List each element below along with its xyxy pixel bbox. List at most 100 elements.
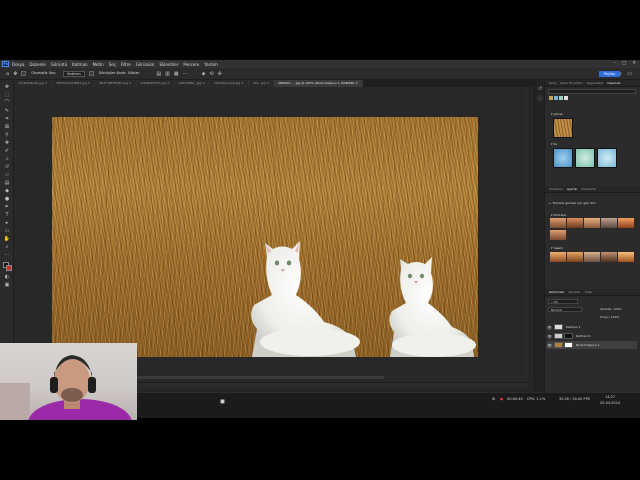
menu-filter[interactable]: Filtre bbox=[121, 62, 131, 67]
menu-edit[interactable]: Düzenle bbox=[29, 62, 45, 67]
preset-thumb[interactable] bbox=[601, 252, 617, 262]
pattern-thumb-water-1[interactable] bbox=[553, 148, 573, 168]
tab-layers[interactable]: Katmanlar bbox=[549, 290, 565, 294]
type-icon[interactable]: T bbox=[3, 212, 11, 218]
auto-select-checkbox[interactable] bbox=[21, 71, 27, 76]
document-tab[interactable]: 4EF0C01A53B8A.jpg ✕ bbox=[52, 80, 96, 87]
gradient-icon[interactable]: ▤ bbox=[3, 180, 11, 186]
hand-icon[interactable]: ✋ bbox=[3, 236, 11, 242]
minimize-icon[interactable]: – bbox=[614, 61, 616, 66]
preset-thumb[interactable] bbox=[567, 252, 583, 262]
menu-select[interactable]: Seç bbox=[109, 62, 116, 67]
crop-icon[interactable]: ⌗ bbox=[3, 116, 11, 122]
brush-icon[interactable]: ✐ bbox=[3, 148, 11, 154]
marquee-icon[interactable]: ⬚ bbox=[3, 92, 11, 98]
photoshop-logo-icon[interactable]: Ps bbox=[2, 61, 9, 67]
image-canvas[interactable] bbox=[52, 117, 478, 357]
tab-libraries[interactable]: Kitaplıklar bbox=[582, 187, 597, 191]
taskbar-app-icon[interactable]: ◼ bbox=[220, 398, 225, 405]
tab-color[interactable]: Renk bbox=[549, 81, 556, 85]
path-select-icon[interactable]: ▸ bbox=[3, 220, 11, 226]
tab-paths[interactable]: Yollar bbox=[585, 290, 593, 294]
pen-icon[interactable]: ✒ bbox=[3, 204, 11, 210]
pan-3d-icon[interactable]: ✣ bbox=[218, 71, 222, 77]
quick-mask-icon[interactable]: ◐ bbox=[3, 274, 11, 280]
document-tab[interactable]: 1E8C9AB0_.jpg ✕ bbox=[174, 80, 210, 87]
document-tab[interactable]: c5e2f49e-ba6.jpg ✕ bbox=[209, 80, 249, 87]
menu-view[interactable]: Görünüm bbox=[136, 62, 155, 67]
preset-thumb[interactable] bbox=[567, 218, 583, 228]
tab-adjustments[interactable]: Ayarlar bbox=[567, 187, 578, 191]
menu-plugins[interactable]: Eklentiler bbox=[159, 62, 178, 67]
pattern-group-grass[interactable]: ▾ Çimen bbox=[551, 112, 563, 116]
zoom-icon[interactable]: ⌕ bbox=[3, 244, 11, 250]
visibility-eye-icon[interactable]: 👁 bbox=[547, 325, 552, 330]
preset-thumb[interactable] bbox=[584, 218, 600, 228]
tab-gradients[interactable]: Degradeler bbox=[587, 81, 604, 85]
shape-icon[interactable]: ▭ bbox=[3, 228, 11, 234]
preset-thumb[interactable] bbox=[601, 218, 617, 228]
layer-mask-thumb[interactable] bbox=[564, 342, 573, 348]
workspace-icon[interactable]: ▭ bbox=[627, 71, 632, 77]
lasso-icon[interactable]: ⌒ bbox=[3, 100, 11, 106]
history-brush-icon[interactable]: ↺ bbox=[3, 164, 11, 170]
show-transform-checkbox[interactable] bbox=[88, 71, 94, 76]
layer-row-selected[interactable]: 👁 Renk Dolgusu 1 bbox=[547, 341, 637, 349]
menu-image[interactable]: Görüntü bbox=[51, 62, 67, 67]
blend-mode-select[interactable]: Normal bbox=[548, 307, 582, 312]
pattern-thumb-grass[interactable] bbox=[553, 118, 573, 138]
share-button[interactable]: Paylaş bbox=[598, 71, 620, 77]
menu-window[interactable]: Pencere bbox=[183, 62, 199, 67]
preset-thumb[interactable] bbox=[550, 230, 566, 240]
fill-field[interactable]: Dolgu: 100% bbox=[600, 315, 619, 319]
align-center-icon[interactable]: ▥ bbox=[165, 71, 170, 77]
visibility-eye-icon[interactable]: 👁 bbox=[547, 343, 552, 348]
layer-mode-select[interactable]: Katman bbox=[63, 70, 85, 77]
pattern-search-input[interactable] bbox=[548, 89, 636, 94]
move-tool-icon[interactable]: ✥ bbox=[13, 71, 17, 77]
healing-brush-icon[interactable]: ✚ bbox=[3, 140, 11, 146]
pattern-group-water[interactable]: ▾ Su bbox=[551, 142, 557, 146]
adjustments-back-link[interactable]: ← Tümünü gizmek için geri dön bbox=[549, 201, 596, 205]
distribute-icon[interactable]: ⋯ bbox=[183, 71, 188, 77]
menu-type[interactable]: Metin bbox=[93, 62, 104, 67]
opacity-field[interactable]: Opaklık: 100% bbox=[600, 307, 622, 311]
tab-channels[interactable]: Kanallar bbox=[569, 290, 581, 294]
blur-icon[interactable]: ◆ bbox=[3, 188, 11, 194]
screen-mode-icon[interactable]: ▣ bbox=[3, 282, 11, 288]
eraser-icon[interactable]: ▱ bbox=[3, 172, 11, 178]
settings-icon[interactable]: ⚙ bbox=[492, 397, 495, 401]
menu-layer[interactable]: Katman bbox=[72, 62, 87, 67]
close-icon[interactable]: ✕ bbox=[632, 61, 636, 66]
menu-file[interactable]: Dosya bbox=[12, 62, 24, 67]
clone-stamp-icon[interactable]: ⊥ bbox=[3, 156, 11, 162]
more-tools-icon[interactable]: ⋯ bbox=[3, 252, 11, 258]
visibility-eye-icon[interactable]: 👁 bbox=[547, 334, 552, 339]
adjust-group-lifestyle[interactable]: ▾ Yaşam bbox=[551, 246, 563, 250]
tab-swatches[interactable]: Renk Örnekleri bbox=[560, 81, 582, 85]
layer-filter-select[interactable]: ⌕ Tür bbox=[548, 299, 578, 304]
quick-select-icon[interactable]: ✎ bbox=[3, 108, 11, 114]
document-tab[interactable]: 2CDB4DAFF1.jpg ✕ bbox=[136, 80, 175, 87]
align-left-icon[interactable]: ▤ bbox=[156, 71, 161, 77]
maximize-icon[interactable]: □ bbox=[622, 61, 626, 66]
search-icon[interactable]: ⌕ bbox=[619, 71, 622, 77]
3d-mode-icon[interactable]: ◈ bbox=[202, 71, 206, 77]
tab-patterns[interactable]: Desenler bbox=[607, 81, 620, 85]
pattern-thumb-water-3[interactable] bbox=[597, 148, 617, 168]
document-workspace[interactable] bbox=[14, 87, 529, 382]
preset-thumb[interactable] bbox=[618, 218, 634, 228]
align-right-icon[interactable]: ▦ bbox=[174, 71, 179, 77]
vertical-scrollbar[interactable] bbox=[524, 87, 529, 382]
pattern-thumb-water-2[interactable] bbox=[575, 148, 595, 168]
document-tab[interactable]: 2376f0d4e4b.jpg ✕ bbox=[14, 80, 53, 87]
history-panel-icon[interactable]: ↺ bbox=[536, 86, 544, 92]
background-color-swatch[interactable] bbox=[6, 265, 12, 271]
document-tab[interactable]: c69...jpg ✕ bbox=[248, 80, 275, 87]
rotate-3d-icon[interactable]: ⟲ bbox=[209, 71, 213, 77]
layer-row[interactable]: 👁 Katman 0 bbox=[547, 332, 637, 340]
eyedropper-icon[interactable]: ⚲ bbox=[3, 132, 11, 138]
frame-icon[interactable]: ⊠ bbox=[3, 124, 11, 130]
preset-thumb[interactable] bbox=[618, 252, 634, 262]
adjust-group-portraits[interactable]: ▾ Portreler bbox=[551, 213, 566, 217]
